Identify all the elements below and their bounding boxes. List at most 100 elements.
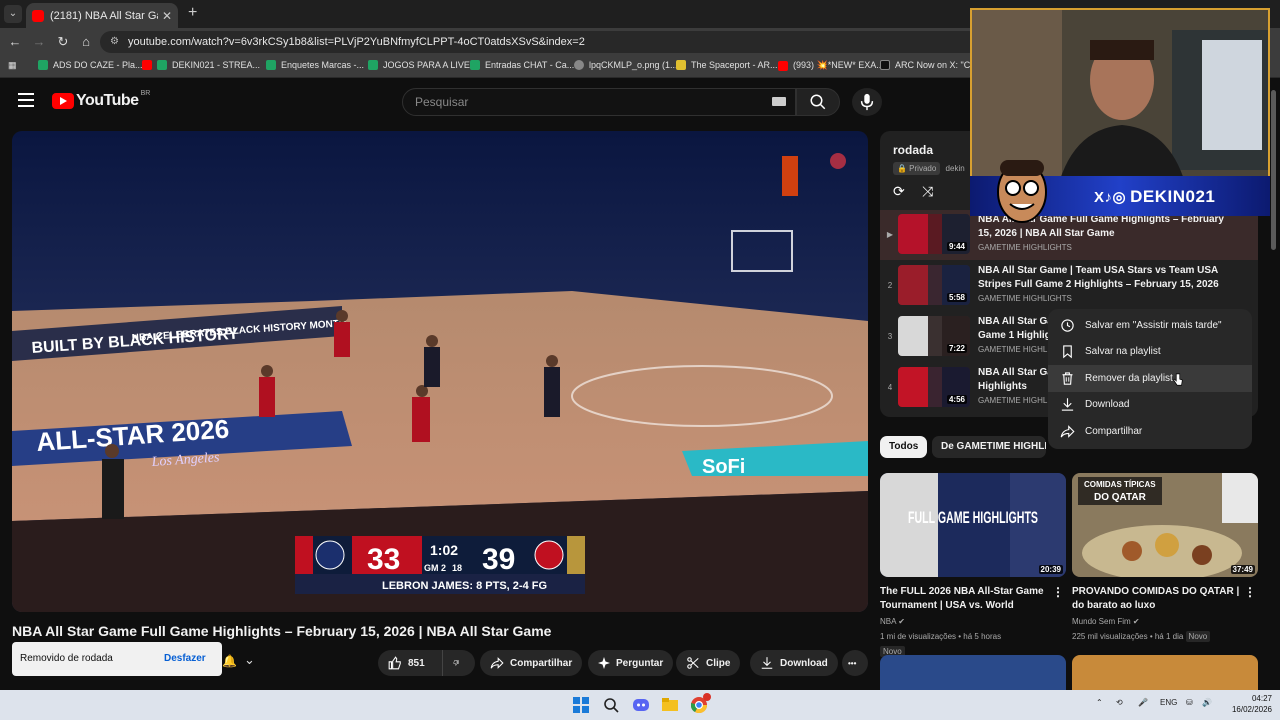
video-title: NBA All Star Game Full Game Highlights –… — [12, 623, 552, 639]
menu-item-watch-later[interactable]: Salvar em "Assistir mais tarde" — [1048, 312, 1252, 339]
video-duration: 7:22 — [946, 344, 967, 353]
bookmark-2[interactable]: Enquetes Marcas -... — [266, 60, 364, 70]
video-duration: 9:44 — [946, 242, 967, 251]
share-button[interactable]: Compartilhar — [480, 650, 583, 676]
network-icon[interactable]: ⛁ — [1186, 698, 1193, 707]
home-icon[interactable]: ⌂ — [77, 33, 95, 51]
playlist-item[interactable]: ▶ 9:44 NBA All Star Game Full Game Highl… — [880, 210, 1258, 260]
download-icon — [761, 657, 773, 669]
tab-search-button[interactable]: ⌄ — [4, 5, 22, 23]
sheet-icon — [157, 60, 167, 70]
tab-close-icon[interactable]: ✕ — [162, 9, 172, 23]
browser-tab-youtube[interactable]: (2181) NBA All Star Game Full G ✕ — [26, 3, 178, 28]
search-button[interactable] — [796, 88, 840, 116]
playlist-item[interactable]: 2 5:58 NBA All Star Game | Team USA Star… — [880, 261, 1258, 311]
chip-from-channel[interactable]: De GAMETIME HIGHLIG... — [932, 436, 1046, 458]
sheet-icon — [38, 60, 48, 70]
search-icon[interactable] — [603, 697, 619, 713]
hamburger-menu-icon[interactable] — [18, 93, 34, 107]
menu-item-save-playlist[interactable]: Salvar na playlist — [1048, 339, 1252, 366]
forward-arrow-icon[interactable]: → — [30, 33, 48, 51]
back-arrow-icon[interactable]: ← — [6, 33, 24, 51]
tray-chevron-icon[interactable]: ⌃ — [1096, 698, 1103, 707]
playlist-owner[interactable]: dekin — [946, 164, 965, 173]
more-vert-icon[interactable]: ⋮ — [1244, 585, 1256, 599]
clock-date: 16/02/2026 — [1231, 705, 1272, 714]
youtube-wordmark: YouTube — [76, 92, 139, 109]
recommended-thumbnail-partial[interactable] — [1072, 655, 1258, 690]
spaceport-icon — [676, 60, 686, 70]
system-clock[interactable]: 04:27 16/02/2026 — [1218, 693, 1272, 715]
discord-icon[interactable] — [633, 697, 649, 713]
like-count: 851 — [408, 657, 425, 669]
new-tab-button[interactable]: + — [188, 4, 197, 22]
chevron-down-icon[interactable]: ⌄ — [244, 652, 255, 668]
language-indicator[interactable]: ENG — [1160, 698, 1177, 707]
video-thumbnail: FULL GAME HIGHLIGHTS 20:39 — [880, 473, 1066, 577]
playlist-index: 4 — [887, 383, 893, 392]
more-vert-icon[interactable]: ⋮ — [1052, 585, 1064, 599]
volume-icon[interactable]: 🔊 — [1202, 698, 1212, 707]
address-bar[interactable]: ⚙ youtube.com/watch?v=6v3rkCSy1b8&list=P… — [100, 31, 980, 53]
bookmark-7[interactable]: (993) 💥*NEW* EXA... — [778, 60, 884, 71]
bookmark-6[interactable]: The Spaceport - AR... — [676, 60, 778, 70]
recommended-stats: 1 mi de visualizações • há 5 horas — [880, 632, 1002, 641]
video-player[interactable]: BUILT BY BLACK HISTORY NBA CELEBRATES BL… — [12, 131, 868, 612]
menu-item-share[interactable]: Compartilhar — [1048, 418, 1252, 445]
recommended-video[interactable]: FULL GAME HIGHLIGHTS 20:39 The FULL 2026… — [880, 473, 1066, 658]
thumb-text: FULL GAME HIGHLIGHTS — [908, 508, 1038, 527]
shuffle-icon[interactable]: ⤨ — [922, 183, 940, 199]
x-logo-icon — [880, 60, 890, 70]
video-duration: 20:39 — [1038, 565, 1063, 574]
menu-item-download[interactable]: Download — [1048, 392, 1252, 419]
tab-title: (2181) NBA All Star Game Full G — [50, 9, 158, 22]
clip-button[interactable]: Clipe — [676, 650, 741, 676]
voice-search-button[interactable] — [852, 88, 882, 116]
file-explorer-icon[interactable] — [662, 697, 678, 713]
site-info-icon[interactable]: ⚙ — [110, 31, 119, 53]
menu-item-remove-playlist[interactable]: Remover da playlist — [1048, 365, 1252, 392]
recommended-thumbnail-partial[interactable] — [880, 655, 1066, 690]
youtube-logo[interactable]: YouTube BR — [52, 90, 150, 110]
notification-bell-icon[interactable]: 🔔 — [222, 654, 237, 668]
playlist-thumbnail: 9:44 — [898, 214, 970, 254]
dislike-button[interactable] — [442, 650, 475, 676]
bookmark-3[interactable]: JOGOS PARA A LIVE... — [368, 60, 477, 70]
microphone-icon[interactable]: 🎤 — [1138, 698, 1148, 707]
chip-all[interactable]: Todos — [880, 436, 928, 458]
video-duration: 5:58 — [946, 293, 967, 302]
bookmark-5[interactable]: lpqCKMLP_o.png (1... — [574, 60, 678, 70]
undo-button[interactable]: Desfazer — [164, 642, 206, 676]
like-button[interactable]: 851 — [378, 650, 442, 676]
more-actions-button[interactable]: ••• — [842, 650, 868, 676]
trash-icon — [1062, 372, 1073, 385]
download-icon — [1061, 398, 1074, 411]
search-input[interactable]: Pesquisar — [402, 88, 796, 116]
recommended-stats-row: 225 mil visualizações • há 1 dia Novo — [1072, 630, 1258, 643]
scorebug: 33 39 1:02 GM 2 18 LEBRON JAMES: 8 PTS, … — [295, 536, 585, 594]
bookmark-0[interactable]: ADS DO CAZE - Pla... — [38, 60, 143, 70]
page-scrollbar[interactable] — [1271, 90, 1276, 250]
score-ticker: LEBRON JAMES: 8 PTS, 2-4 FG — [382, 580, 547, 592]
wifi-icon[interactable]: ⟲ — [1116, 698, 1123, 707]
bookmark-8[interactable]: ARC Now on X: "Co... — [880, 60, 983, 70]
playlist-item-context-menu: Salvar em "Assistir mais tarde" Salvar n… — [1048, 309, 1252, 449]
download-button[interactable]: Download — [750, 650, 838, 676]
recommended-video[interactable]: COMIDAS TÍPICAS DO QATAR 37:49 PROVANDO … — [1072, 473, 1258, 643]
bookmark-4[interactable]: Entradas CHAT - Ca... — [470, 60, 574, 70]
new-badge: Novo — [1185, 631, 1211, 642]
youtube-play-icon — [52, 93, 74, 109]
windows-start-icon[interactable] — [573, 697, 589, 713]
recommended-channel: NBA ✔ — [880, 617, 905, 626]
loop-icon[interactable]: ⟳ — [893, 183, 911, 199]
apps-grid-icon[interactable]: ▦ — [8, 60, 17, 71]
microphone-icon — [860, 93, 874, 111]
ask-button[interactable]: Perguntar — [588, 650, 674, 676]
bookmark-1[interactable]: DEKIN021 - STREA... — [142, 60, 260, 70]
globe-icon — [574, 60, 584, 70]
keyboard-icon[interactable] — [772, 97, 786, 106]
reload-icon[interactable]: ↻ — [54, 33, 72, 51]
playlist-item-channel: GAMETIME HIGHLIGHTS — [978, 294, 1072, 303]
verified-icon: ✔ — [898, 617, 905, 626]
playlist-index: 2 — [887, 281, 893, 290]
